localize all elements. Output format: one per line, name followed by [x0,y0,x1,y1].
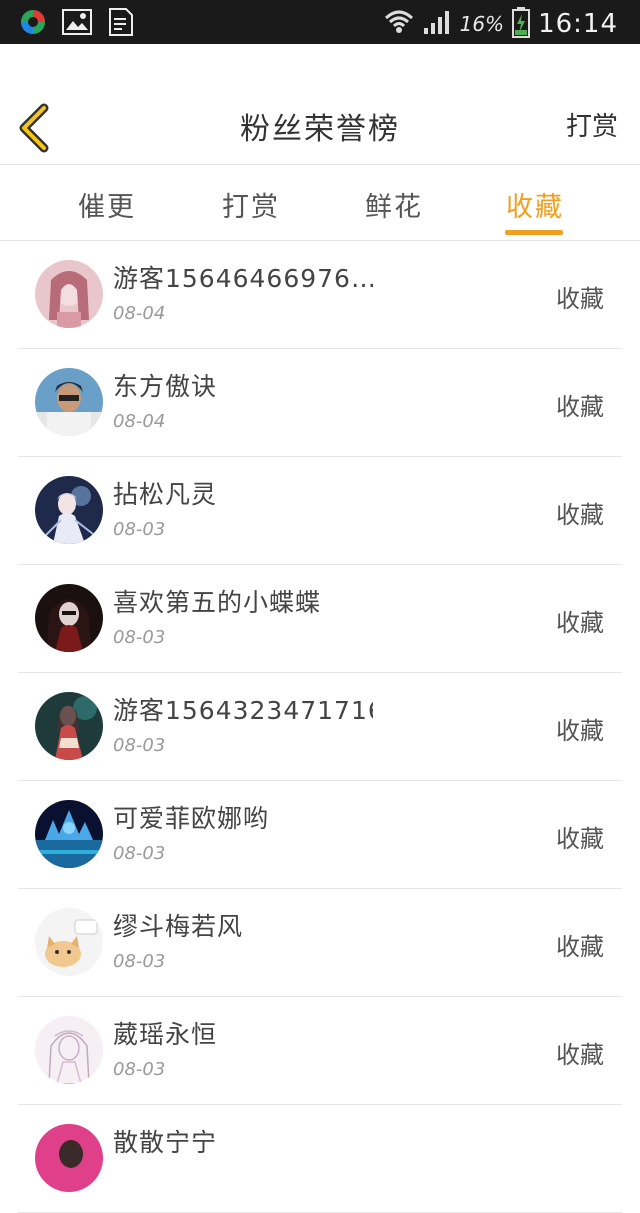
avatar [35,584,103,652]
list-item-date: 08-03 [113,843,166,864]
avatar [35,800,103,868]
list-item-action: 收藏 [556,825,604,853]
list-item-name: 可爱菲欧娜哟 [113,804,270,833]
list-item-date: 08-03 [113,1059,166,1080]
avatar [35,368,103,436]
list-item-action: 收藏 [556,1041,604,1069]
list-item-name: 喜欢第五的小蝶蝶 [113,588,322,617]
tab-reward[interactable]: 打赏 [222,185,280,224]
avatar [35,1016,103,1084]
app-notification-icon [18,8,48,36]
battery-charging-icon [512,6,531,42]
reward-button[interactable]: 打赏 [566,106,618,143]
tab-bar: 催更 打赏 鲜花 收藏 [0,165,640,241]
list-item-action: 收藏 [556,717,604,745]
list-item-name: 葳瑶永恒 [113,1020,218,1049]
list-item-date: 08-03 [113,519,166,540]
list-item-name: 东方傲诀 [113,372,218,401]
list-item[interactable]: 可爱菲欧娜哟 08-03 收藏 [18,781,622,889]
list-item[interactable]: 游客15646466976… 08-04 收藏 [18,241,622,349]
list-item-date: 08-03 [113,951,166,972]
list-item[interactable]: 东方傲诀 08-04 收藏 [18,349,622,457]
list-item-name: 游客1564323471716 [113,696,373,725]
navigation-bar: 粉丝荣誉榜 打赏 [0,44,640,165]
image-notification-icon [62,8,92,36]
battery-percent: 16% [459,12,505,36]
system-indicators: 16% 16:14 [384,6,618,42]
list-item-action: 收藏 [556,609,604,637]
active-tab-indicator [505,230,563,235]
list-item-action: 收藏 [556,501,604,529]
avatar [35,1124,103,1192]
list-item[interactable]: 喜欢第五的小蝶蝶 08-03 收藏 [18,565,622,673]
notification-icons [18,8,136,36]
avatar [35,692,103,760]
clock: 16:14 [538,9,618,39]
list-item-date: 08-04 [113,303,166,324]
page-title: 粉丝荣誉榜 [240,112,400,147]
list-item-name: 散散宁宁 [113,1128,218,1157]
avatar [35,908,103,976]
list-item[interactable]: 游客1564323471716 08-03 收藏 [18,673,622,781]
list-item[interactable]: 拈松凡灵 08-03 收藏 [18,457,622,565]
list-item[interactable]: 缪斗梅若风 08-03 收藏 [18,889,622,997]
list-item-name: 游客15646466976… [113,264,373,293]
list-item-date: 08-03 [113,627,166,648]
avatar [35,476,103,544]
list-item[interactable]: 散散宁宁 [18,1105,622,1213]
tab-urge-update[interactable]: 催更 [78,185,136,224]
list-item-action: 收藏 [556,933,604,961]
status-bar: 16% 16:14 [0,0,640,44]
avatar [35,260,103,328]
signal-icon [422,8,452,40]
document-notification-icon [106,8,136,36]
tab-flowers[interactable]: 鲜花 [365,185,423,224]
list-item-name: 拈松凡灵 [113,480,218,509]
list-item-name: 缪斗梅若风 [113,912,244,941]
wifi-icon [384,8,414,40]
list-item[interactable]: 葳瑶永恒 08-03 收藏 [18,997,622,1105]
fan-list: 游客15646466976… 08-04 收藏 东方傲诀 08-04 收藏 拈松… [0,241,640,1213]
list-item-action: 收藏 [556,393,604,421]
list-item-date: 08-03 [113,735,166,756]
tab-favorites[interactable]: 收藏 [506,185,564,224]
list-item-date: 08-04 [113,411,166,432]
list-item-action: 收藏 [556,285,604,313]
